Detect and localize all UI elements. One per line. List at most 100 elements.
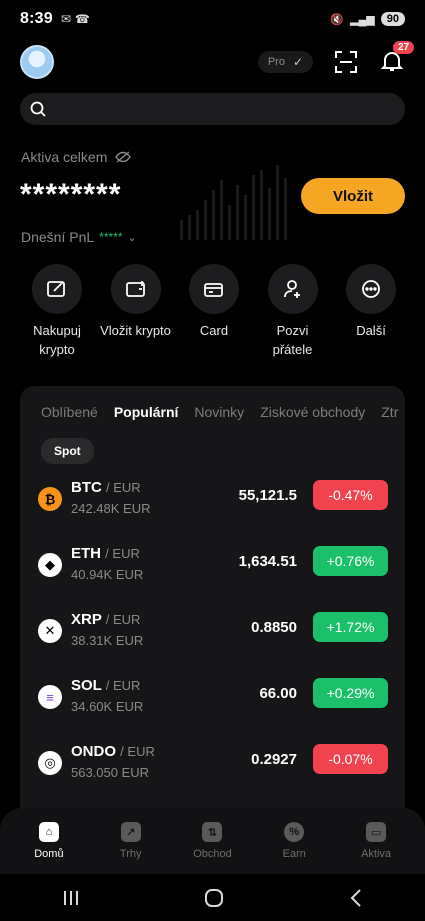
scan-icon[interactable]: [335, 51, 357, 73]
quote-text: / EUR: [120, 744, 155, 759]
ethereum-icon: ◆: [38, 553, 62, 577]
market-row-sol[interactable]: ≡ SOL / EUR 34.60K EUR 66.00 +0.29%: [20, 669, 405, 729]
action-more[interactable]: Další: [332, 264, 410, 359]
quote-text: / EUR: [105, 678, 141, 693]
coin-price: 0.8850: [251, 619, 297, 636]
coin-volume: 242.48K EUR: [71, 501, 151, 516]
action-buy-crypto[interactable]: Nakupuj krypto: [18, 264, 96, 359]
tab-new[interactable]: Novinky: [194, 404, 244, 420]
tab-losers[interactable]: Ztr: [381, 404, 398, 420]
daily-pnl[interactable]: Dnešní PnL ***** ⌄: [21, 229, 137, 245]
avatar[interactable]: [20, 45, 54, 79]
total-assets-label: Aktiva celkem: [21, 149, 132, 165]
system-navigation: [0, 874, 425, 921]
search-icon: [30, 101, 46, 117]
change-badge[interactable]: +1.72%: [313, 612, 388, 642]
tab-gainers[interactable]: Ziskové obchody: [260, 404, 365, 420]
nav-earn[interactable]: % Earn: [259, 822, 329, 860]
mute-icon: 🔇: [330, 13, 345, 26]
signal-icon: ▂▄▆: [350, 13, 375, 26]
action-label: Card: [199, 323, 229, 338]
phone-icon: ☎: [74, 12, 90, 26]
symbol-text: SOL: [71, 677, 102, 694]
bitcoin-icon: ₿: [38, 487, 62, 511]
recent-apps-icon[interactable]: [62, 889, 80, 907]
market-card: Oblíbené Populární Novinky Ziskové obcho…: [20, 386, 405, 826]
coin-volume: 563.050 EUR: [71, 765, 150, 780]
quote-text: / EUR: [106, 480, 141, 495]
nav-markets[interactable]: ↗ Trhy: [96, 822, 166, 860]
system-status: 🔇 ▂▄▆ 90: [330, 12, 405, 26]
coin-price: 0.2927: [251, 751, 297, 768]
bottom-navigation: ⌂ Domů ↗ Trhy ⇅ Obchod % Earn ▭ Aktiva: [0, 808, 425, 874]
coin-volume: 38.31K EUR: [71, 633, 144, 648]
eye-hidden-icon[interactable]: [115, 151, 132, 163]
wallet-icon: ▭: [366, 822, 387, 842]
nav-trade[interactable]: ⇅ Obchod: [177, 822, 247, 860]
solana-icon: ≡: [38, 685, 62, 709]
nav-assets[interactable]: ▭ Aktiva: [341, 822, 411, 860]
nav-label: Trhy: [119, 848, 142, 860]
notification-icons: ✉ ☎: [61, 12, 90, 26]
card-icon: [189, 264, 239, 314]
symbol-text: ETH: [71, 545, 101, 562]
action-card[interactable]: Card: [175, 264, 253, 359]
back-icon[interactable]: [349, 888, 363, 908]
market-row-eth[interactable]: ◆ ETH / EUR 40.94K EUR 1,634.51 +0.76%: [20, 537, 405, 597]
coin-symbol: BTC / EUR: [71, 479, 141, 496]
check-icon: ✓: [292, 55, 303, 69]
nav-label: Obchod: [193, 848, 232, 860]
home-button-icon[interactable]: [204, 888, 224, 908]
coin-symbol: ETH / EUR: [71, 545, 140, 562]
symbol-text: XRP: [71, 611, 102, 628]
deposit-wallet-icon: [110, 264, 161, 314]
change-badge[interactable]: -0.07%: [313, 744, 388, 774]
percent-icon: %: [284, 822, 305, 842]
quick-actions: Nakupuj krypto Vložit krypto Card Pozvi …: [18, 264, 410, 359]
action-invite-friends[interactable]: Pozvi přátele: [254, 264, 332, 359]
coin-symbol: ONDO / EUR: [71, 743, 155, 760]
market-tabs: Oblíbené Populární Novinky Ziskové obcho…: [41, 404, 398, 420]
market-row-xrp[interactable]: ✕ XRP / EUR 38.31K EUR 0.8850 +1.72%: [20, 603, 405, 663]
quote-text: / EUR: [105, 546, 140, 561]
change-badge[interactable]: -0.47%: [313, 480, 388, 510]
change-badge[interactable]: +0.29%: [313, 678, 388, 708]
deposit-button[interactable]: Vložit: [301, 178, 405, 214]
market-row-ondo[interactable]: ◎ ONDO / EUR 563.050 EUR 0.2927 -0.07%: [20, 735, 405, 795]
battery-indicator: 90: [380, 12, 405, 26]
pnl-label: Dnešní PnL: [21, 229, 95, 245]
nav-home[interactable]: ⌂ Domů: [14, 822, 84, 860]
coin-price: 55,121.5: [238, 487, 297, 504]
search-input[interactable]: [20, 93, 405, 125]
notification-badge: 27: [393, 41, 415, 54]
ondo-icon: ◎: [38, 751, 62, 775]
chart-icon: ↗: [120, 822, 141, 842]
notifications-button[interactable]: 27: [380, 41, 415, 74]
tab-popular[interactable]: Populární: [114, 404, 179, 420]
pro-toggle[interactable]: Pro ✓: [257, 51, 313, 73]
invite-icon: [267, 264, 318, 314]
coin-volume: 40.94K EUR: [71, 567, 144, 582]
buy-crypto-icon: [32, 264, 82, 314]
pro-label: Pro: [267, 56, 285, 68]
xrp-icon: ✕: [38, 619, 62, 643]
home-icon: ⌂: [38, 822, 59, 842]
nav-label: Domů: [34, 848, 64, 860]
chevron-down-icon: ⌄: [127, 231, 137, 244]
pnl-value: *****: [99, 230, 123, 244]
quote-text: / EUR: [105, 612, 141, 627]
mail-icon: ✉: [60, 12, 71, 26]
change-badge[interactable]: +0.76%: [313, 546, 388, 576]
spot-filter[interactable]: Spot: [41, 438, 94, 464]
tab-favorites[interactable]: Oblíbené: [41, 404, 98, 420]
coin-price: 1,634.51: [238, 553, 297, 570]
status-time: 8:39: [20, 10, 53, 27]
total-assets-value: ********: [20, 178, 122, 211]
action-label: Vložit krypto: [100, 323, 171, 338]
nav-label: Earn: [282, 848, 306, 860]
market-row-btc[interactable]: ₿ BTC / EUR 242.48K EUR 55,121.5 -0.47%: [20, 471, 405, 531]
action-deposit-crypto[interactable]: Vložit krypto: [97, 264, 175, 359]
symbol-text: ONDO: [71, 743, 116, 760]
coin-symbol: XRP / EUR: [71, 611, 140, 628]
status-bar: 8:39 ✉ ☎ 🔇 ▂▄▆ 90: [0, 0, 425, 38]
